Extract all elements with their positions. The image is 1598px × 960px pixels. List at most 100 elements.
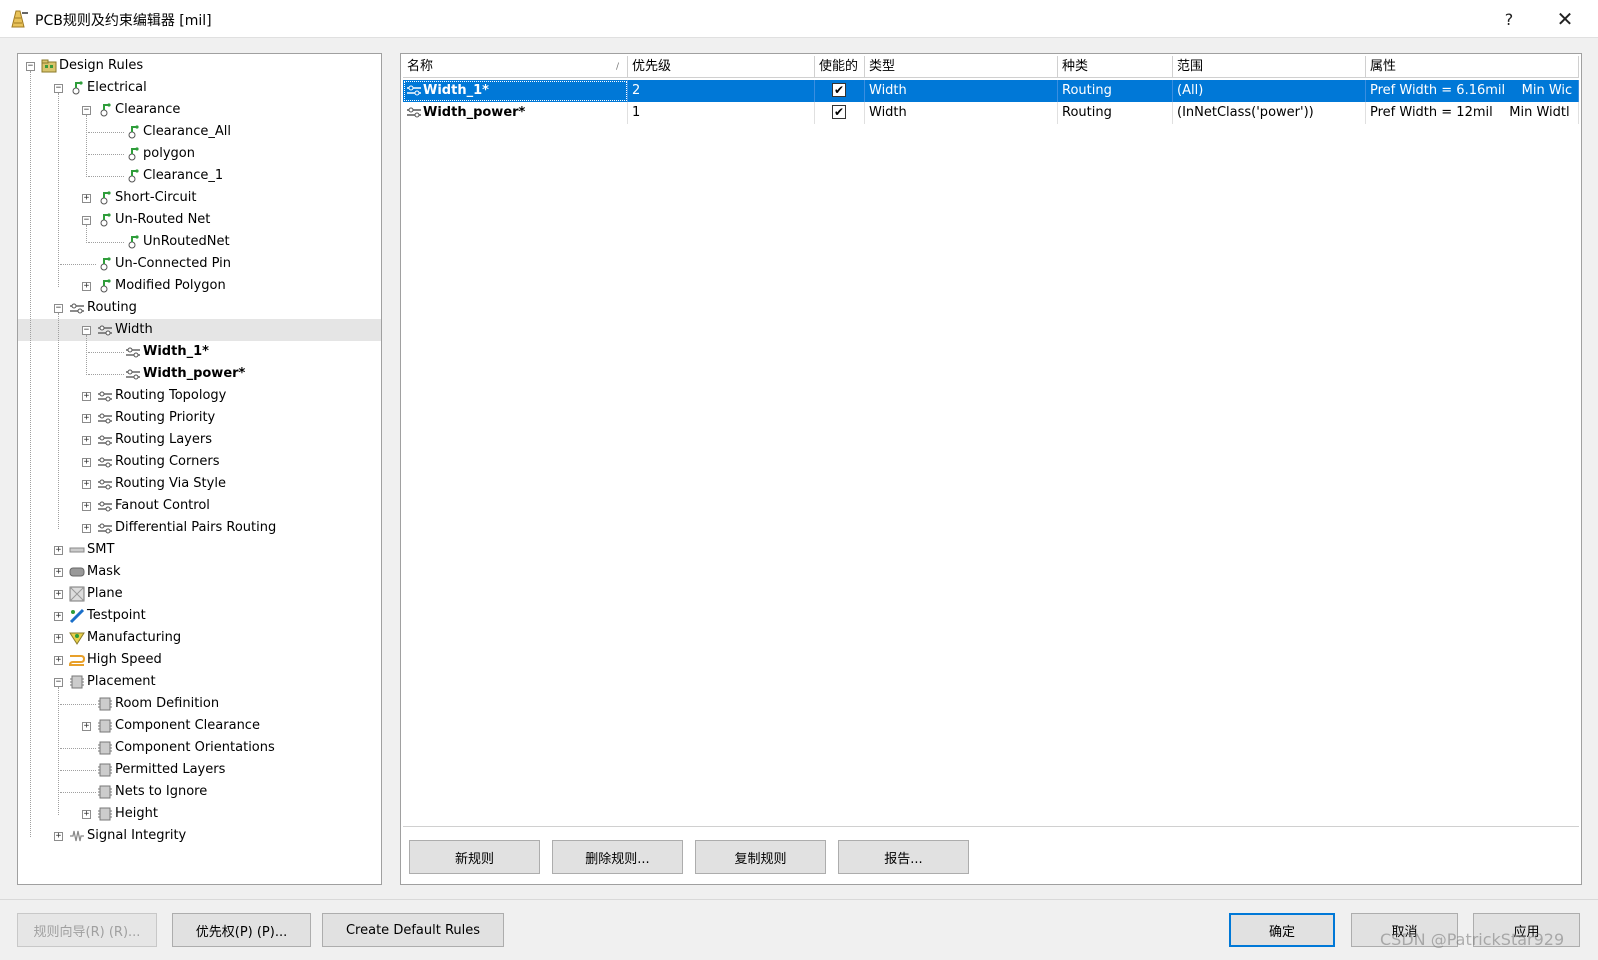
expand-icon[interactable]: +	[82, 524, 91, 533]
tree-item-routing-topology[interactable]: + Routing Topology	[18, 385, 381, 407]
tree-item-nets-to-ignore[interactable]: Nets to Ignore	[18, 781, 381, 803]
close-button[interactable]: ✕	[1542, 0, 1588, 38]
expand-icon[interactable]: +	[54, 612, 63, 621]
tree-item-polygon[interactable]: polygon	[18, 143, 381, 165]
tree-item-routing[interactable]: − Routing	[18, 297, 381, 319]
routing-rule-icon	[407, 85, 421, 96]
create-default-rules-button[interactable]: Create Default Rules	[322, 913, 504, 947]
tree-item-mask[interactable]: + Mask	[18, 561, 381, 583]
expand-icon[interactable]: +	[82, 392, 91, 401]
tree-item-modified-polygon[interactable]: + Modified Polygon	[18, 275, 381, 297]
rule-wizard-button[interactable]: 规则向导(R) (R)...	[17, 913, 157, 947]
expand-icon[interactable]: +	[82, 414, 91, 423]
column-header-priority[interactable]: 优先级	[628, 56, 815, 78]
column-header-name[interactable]: 名称 /	[403, 56, 628, 78]
collapse-icon[interactable]: −	[54, 84, 63, 93]
copy-rule-button[interactable]: 复制规则	[695, 840, 826, 874]
rule-priority-cell: 1	[628, 102, 815, 124]
new-rule-button[interactable]: 新规则	[409, 840, 540, 874]
tree-guide-line	[58, 313, 59, 529]
tree-item-smt[interactable]: + SMT	[18, 539, 381, 561]
tree-item-clearance-all[interactable]: Clearance_All	[18, 121, 381, 143]
tree-item-plane[interactable]: + Plane	[18, 583, 381, 605]
collapse-icon[interactable]: −	[54, 304, 63, 313]
rule-tree[interactable]: − Design Rules − Electrical − Clearance Cleara…	[17, 53, 382, 885]
column-header-type[interactable]: 类型	[865, 56, 1058, 78]
tree-item-short-circuit[interactable]: + Short-Circuit	[18, 187, 381, 209]
column-header-attributes[interactable]: 属性	[1366, 56, 1579, 78]
collapse-icon[interactable]: −	[82, 326, 91, 335]
tree-item-un-connected-pin[interactable]: Un-Connected Pin	[18, 253, 381, 275]
tree-item-un-routed-net[interactable]: − Un-Routed Net	[18, 209, 381, 231]
tree-item-routing-layers[interactable]: + Routing Layers	[18, 429, 381, 451]
tree-item-width[interactable]: − Width	[18, 319, 381, 341]
tree-item-signal-integrity[interactable]: + Signal Integrity	[18, 825, 381, 847]
tree-connector	[88, 154, 124, 155]
expand-icon[interactable]: +	[54, 832, 63, 841]
delete-rule-button[interactable]: 删除规则...	[552, 840, 683, 874]
tree-item-fanout-control[interactable]: + Fanout Control	[18, 495, 381, 517]
expand-icon[interactable]: +	[82, 194, 91, 203]
expand-icon[interactable]: +	[82, 282, 91, 291]
expand-icon[interactable]: +	[82, 458, 91, 467]
enabled-checkbox[interactable]: ✔	[832, 105, 846, 119]
tree-item-high-speed[interactable]: + High Speed	[18, 649, 381, 671]
rule-enabled-cell: ✔	[815, 102, 865, 124]
help-button[interactable]: ?	[1486, 0, 1532, 38]
tree-item-routing-corners[interactable]: + Routing Corners	[18, 451, 381, 473]
expand-icon[interactable]: +	[82, 810, 91, 819]
report-button[interactable]: 报告...	[838, 840, 969, 874]
high-speed-rule-icon	[68, 652, 86, 668]
expand-icon[interactable]: +	[54, 656, 63, 665]
tree-item-permitted-layers[interactable]: Permitted Layers	[18, 759, 381, 781]
tree-item-label: Mask	[87, 564, 121, 579]
tree-item-label: Width_power*	[143, 366, 246, 381]
tree-item-label: Routing Corners	[115, 454, 220, 469]
column-header-category[interactable]: 种类	[1058, 56, 1173, 78]
tree-item-manufacturing[interactable]: + Manufacturing	[18, 627, 381, 649]
collapse-icon[interactable]: −	[82, 106, 91, 115]
ok-button[interactable]: 确定	[1229, 913, 1335, 947]
expand-icon[interactable]: +	[54, 590, 63, 599]
table-row[interactable]: Width_power* 1 ✔ Width Routing (InNetCla…	[403, 102, 1579, 124]
electrical-rule-icon	[97, 212, 113, 228]
tree-item-design-rules[interactable]: − Design Rules	[18, 55, 381, 77]
tree-item-width-power[interactable]: Width_power*	[18, 363, 381, 385]
tree-item-placement[interactable]: − Placement	[18, 671, 381, 693]
expand-icon[interactable]: +	[54, 546, 63, 555]
collapse-icon[interactable]: −	[54, 678, 63, 687]
expand-icon[interactable]: +	[82, 502, 91, 511]
priorities-button[interactable]: 优先权(P) (P)...	[172, 913, 311, 947]
tree-item-component-clearance[interactable]: + Component Clearance	[18, 715, 381, 737]
tree-item-label: Placement	[87, 674, 156, 689]
expand-icon[interactable]: +	[82, 436, 91, 445]
expand-icon[interactable]: +	[54, 634, 63, 643]
rule-table[interactable]: 名称 / 优先级 使能的 类型 种类 范围 属性 Width_1* 2 ✔ Wi…	[403, 56, 1579, 826]
electrical-rule-icon	[97, 190, 113, 206]
rule-list-panel: 名称 / 优先级 使能的 类型 种类 范围 属性 Width_1* 2 ✔ Wi…	[400, 53, 1582, 885]
enabled-checkbox[interactable]: ✔	[832, 83, 846, 97]
window-title: PCB规则及约束编辑器 [mil]	[35, 13, 212, 29]
tree-item-label: Fanout Control	[115, 498, 210, 513]
column-header-enabled[interactable]: 使能的	[815, 56, 865, 78]
collapse-icon[interactable]: −	[26, 62, 35, 71]
tree-item-routing-via-style[interactable]: + Routing Via Style	[18, 473, 381, 495]
tree-item-routing-priority[interactable]: + Routing Priority	[18, 407, 381, 429]
expand-icon[interactable]: +	[54, 568, 63, 577]
expand-icon[interactable]: +	[82, 480, 91, 489]
tree-item-testpoint[interactable]: + Testpoint	[18, 605, 381, 627]
collapse-icon[interactable]: −	[82, 216, 91, 225]
tree-item-component-orientations[interactable]: Component Orientations	[18, 737, 381, 759]
tree-item-differential-pairs-routing[interactable]: + Differential Pairs Routing	[18, 517, 381, 539]
tree-item-height[interactable]: + Height	[18, 803, 381, 825]
tree-item-room-definition[interactable]: Room Definition	[18, 693, 381, 715]
tree-item-clearance-1[interactable]: Clearance_1	[18, 165, 381, 187]
expand-icon[interactable]: +	[82, 722, 91, 731]
tree-item-clearance[interactable]: − Clearance	[18, 99, 381, 121]
tree-item-unroutednet[interactable]: UnRoutedNet	[18, 231, 381, 253]
routing-rule-icon	[125, 344, 141, 360]
column-header-scope[interactable]: 范围	[1173, 56, 1366, 78]
tree-item-electrical[interactable]: − Electrical	[18, 77, 381, 99]
table-row[interactable]: Width_1* 2 ✔ Width Routing (All) Pref Wi…	[403, 80, 1579, 102]
tree-item-width-1[interactable]: Width_1*	[18, 341, 381, 363]
